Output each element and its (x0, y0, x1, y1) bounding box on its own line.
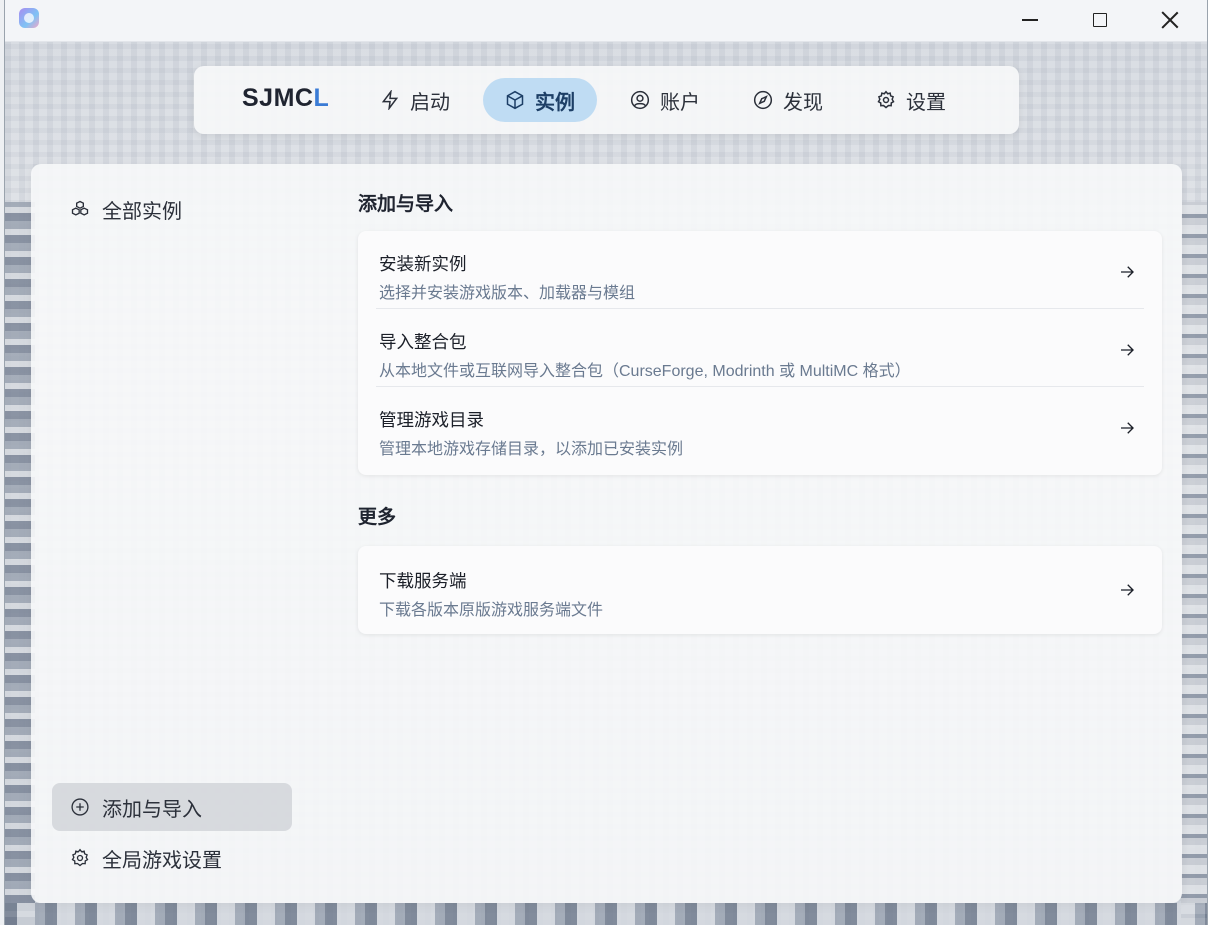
option-import-modpack[interactable]: 导入整合包 从本地文件或互联网导入整合包（CurseForge, Modrint… (376, 309, 1144, 387)
nav-tab-label: 启动 (410, 91, 450, 114)
close-button[interactable] (1135, 0, 1205, 40)
arrow-right-icon (1118, 419, 1136, 437)
app-window: SJMCL 启动 实例 账户 发现 设置 全部实例 添加与导入 全局游戏设置 添… (4, 0, 1208, 925)
compass-icon (753, 90, 773, 110)
scene-right-terrain (1181, 202, 1207, 925)
sidebar-item-label: 全部实例 (102, 200, 182, 223)
nav-tab-label: 发现 (783, 91, 823, 114)
arrow-right-icon (1118, 581, 1136, 599)
nav-tab-instances[interactable]: 实例 (483, 78, 597, 122)
option-title: 导入整合包 (379, 332, 467, 352)
option-title: 安装新实例 (379, 254, 467, 274)
option-description: 选择并安装游戏版本、加载器与模组 (379, 285, 636, 302)
nav-tab-label: 账户 (660, 91, 700, 114)
section-title-more: 更多 (358, 507, 397, 528)
close-icon (1161, 11, 1179, 29)
option-download-server[interactable]: 下载服务端 下载各版本原版游戏服务端文件 (376, 546, 1144, 634)
gear-icon (877, 90, 895, 109)
option-description: 管理本地游戏存储目录，以添加已安装实例 (379, 441, 684, 458)
nav-tab-launch[interactable]: 启动 (358, 78, 472, 122)
cube-icon (506, 90, 524, 110)
scene-bottom-terrain (5, 903, 1207, 925)
plus-circle-icon (71, 798, 89, 816)
option-description: 下载各版本原版游戏服务端文件 (379, 602, 604, 619)
zap-icon (381, 90, 399, 110)
sidebar-item-label: 全局游戏设置 (102, 849, 222, 872)
arrow-right-icon (1118, 341, 1136, 359)
nav-tab-label: 实例 (535, 91, 575, 114)
nav-tab-label: 设置 (906, 91, 946, 114)
nav-tab-accounts[interactable]: 账户 (608, 78, 722, 122)
option-title: 下载服务端 (379, 571, 467, 591)
brand-logo: SJMCL (242, 84, 329, 113)
section-title-add-import: 添加与导入 (358, 194, 454, 215)
gear-icon (71, 848, 89, 867)
maximize-button[interactable] (1065, 0, 1135, 40)
sidebar-item-global-settings[interactable]: 全局游戏设置 (52, 834, 292, 882)
nav-tab-discover[interactable]: 发现 (731, 78, 845, 122)
arrow-right-icon (1118, 263, 1136, 281)
brand-accent-text: L (313, 84, 330, 112)
add-import-card: 安装新实例 选择并安装游戏版本、加载器与模组 导入整合包 从本地文件或互联网导入… (358, 231, 1162, 475)
sidebar-item-label: 添加与导入 (102, 798, 202, 821)
main-panel: 全部实例 添加与导入 全局游戏设置 添加与导入 安装新实例 选择并安装游戏版本、… (31, 164, 1182, 903)
title-bar (5, 0, 1207, 42)
app-logo-icon (19, 8, 39, 28)
nav-tab-settings[interactable]: 设置 (854, 78, 968, 122)
option-description: 从本地文件或互联网导入整合包（CurseForge, Modrinth 或 Mu… (379, 363, 911, 380)
option-title: 管理游戏目录 (379, 410, 484, 430)
minimize-icon (1022, 19, 1038, 21)
option-manage-game-directories[interactable]: 管理游戏目录 管理本地游戏存储目录，以添加已安装实例 (376, 387, 1144, 465)
option-install-new-instance[interactable]: 安装新实例 选择并安装游戏版本、加载器与模组 (376, 231, 1144, 309)
cubes-icon (71, 200, 89, 216)
user-circle-icon (630, 90, 650, 110)
sidebar-item-all-instances[interactable]: 全部实例 (52, 185, 292, 233)
minimize-button[interactable] (995, 0, 1065, 40)
maximize-icon (1093, 13, 1107, 27)
top-nav: SJMCL 启动 实例 账户 发现 设置 (194, 66, 1019, 134)
brand-text: SJMC (242, 84, 314, 112)
more-card: 下载服务端 下载各版本原版游戏服务端文件 (358, 546, 1162, 634)
sidebar-item-add-import[interactable]: 添加与导入 (52, 783, 292, 831)
